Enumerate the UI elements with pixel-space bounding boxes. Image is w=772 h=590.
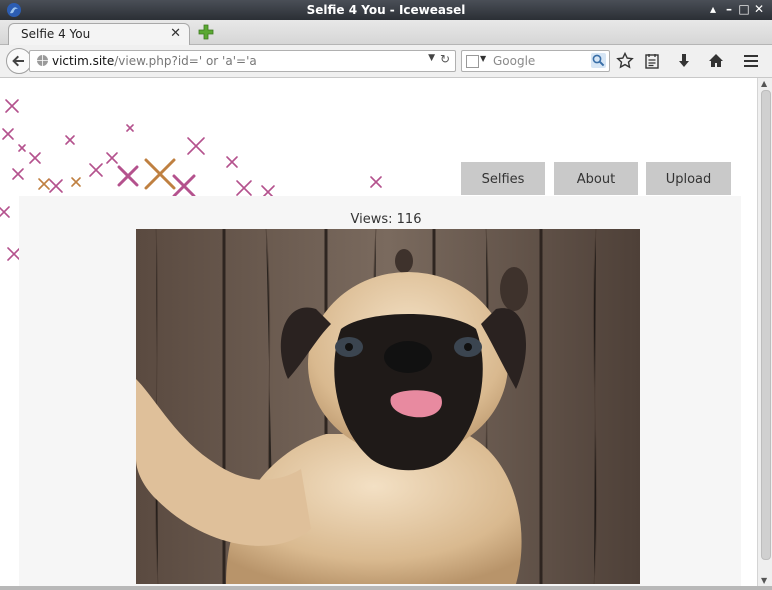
deco-cross-mark <box>144 158 176 190</box>
window-titlebar: Selfie 4 You - Iceweasel ▴ – □ ✕ <box>0 0 772 20</box>
deco-cross-mark <box>187 137 205 155</box>
deco-cross-mark <box>106 152 118 164</box>
deco-cross-mark <box>38 178 50 190</box>
views-label: Views: <box>350 212 393 227</box>
deco-cross-mark <box>117 165 139 187</box>
scrollbar-thumb[interactable] <box>761 90 771 560</box>
deco-cross-mark <box>2 128 14 140</box>
reload-icon[interactable]: ↻ <box>440 52 450 66</box>
home-icon[interactable] <box>707 52 725 70</box>
views-counter: Views: 116 <box>0 212 757 227</box>
deco-cross-mark <box>12 168 24 180</box>
deco-cross-mark <box>5 99 19 113</box>
pug-selfie-image <box>136 229 640 584</box>
deco-cross-mark <box>65 135 75 145</box>
deco-cross-mark <box>49 179 63 193</box>
search-engine-icon[interactable] <box>466 55 479 68</box>
bookmark-star-icon[interactable] <box>616 52 634 70</box>
tab-strip: Selfie 4 You ✕ <box>0 20 772 45</box>
navigation-toolbar: victim.site/view.php?id=' or 'a'='a ▼ ↻ … <box>0 45 772 78</box>
views-count: 116 <box>396 212 422 227</box>
reading-list-icon[interactable] <box>643 52 661 70</box>
deco-cross-mark <box>226 156 238 168</box>
deco-cross-mark <box>71 177 81 187</box>
url-bar[interactable]: victim.site/view.php?id=' or 'a'='a ▼ ↻ <box>29 50 456 72</box>
hamburger-menu-icon[interactable] <box>742 52 760 70</box>
download-arrow-icon[interactable] <box>675 52 693 70</box>
deco-cross-mark <box>172 174 196 198</box>
scroll-up-icon[interactable]: ▲ <box>761 79 767 88</box>
vertical-scrollbar[interactable]: ▲ ▼ <box>757 78 772 586</box>
search-placeholder: Google <box>493 54 536 68</box>
deco-cross-mark <box>18 144 26 152</box>
page-viewport: Selfies About Upload Views: 116 <box>0 78 757 586</box>
back-arrow-icon <box>12 55 24 67</box>
dropdown-arrow-icon[interactable]: ▼ <box>428 53 435 63</box>
window-bottom-edge <box>0 586 772 590</box>
globe-icon <box>37 55 48 66</box>
deco-cross-mark <box>89 163 103 177</box>
magnifier-icon[interactable] <box>591 53 606 68</box>
deco-cross-mark <box>126 124 134 132</box>
minimize-button[interactable]: – <box>722 2 736 16</box>
window-up-icon[interactable]: ▴ <box>706 2 720 16</box>
deco-cross-mark <box>370 176 382 188</box>
url-host: victim.site <box>52 54 115 68</box>
deco-cross-mark <box>236 180 252 196</box>
close-tab-icon[interactable]: ✕ <box>170 26 181 41</box>
search-engine-dropdown-icon[interactable]: ▼ <box>480 54 486 63</box>
deco-cross-mark <box>29 152 41 164</box>
tab-label: Selfie 4 You <box>21 27 91 41</box>
new-tab-icon[interactable] <box>198 24 214 40</box>
window-title: Selfie 4 You - Iceweasel <box>306 3 466 17</box>
scroll-down-icon[interactable]: ▼ <box>761 576 767 585</box>
url-text: victim.site/view.php?id=' or 'a'='a <box>52 54 257 68</box>
nav-selfies-button[interactable]: Selfies <box>461 162 545 195</box>
close-window-button[interactable]: ✕ <box>752 2 766 16</box>
maximize-button[interactable]: □ <box>737 2 751 16</box>
search-bar[interactable]: ▼ Google <box>461 50 610 72</box>
nav-upload-button[interactable]: Upload <box>646 162 731 195</box>
nav-about-button[interactable]: About <box>554 162 638 195</box>
tab-selfie[interactable]: Selfie 4 You ✕ <box>8 23 190 45</box>
url-path: /view.php?id=' or 'a'='a <box>114 54 257 68</box>
